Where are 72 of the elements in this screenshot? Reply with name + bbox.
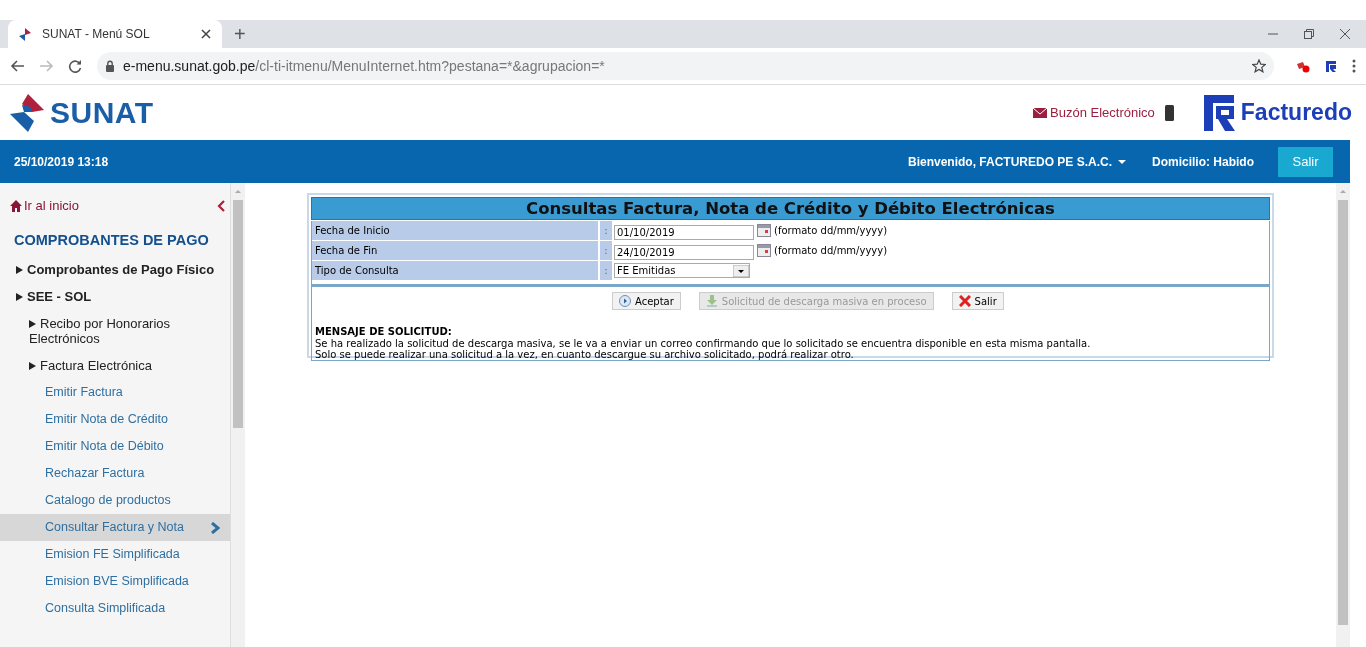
date-field[interactable]: 24/10/2019 xyxy=(614,244,754,260)
colon: : xyxy=(600,221,612,240)
field-label: Tipo de Consulta xyxy=(312,261,598,280)
address-bar[interactable]: e-menu.sunat.gob.pe/cl-ti-itmenu/MenuInternet.htm?pestana=*&agrupacion=* xyxy=(97,52,1274,80)
mail-icon xyxy=(1033,106,1048,119)
download-icon xyxy=(705,295,718,307)
exit-button[interactable]: Salir xyxy=(951,292,1004,310)
star-icon[interactable] xyxy=(1252,59,1266,73)
site-favicon xyxy=(18,26,32,42)
lock-icon xyxy=(105,60,115,72)
new-tab-button[interactable]: + xyxy=(234,24,246,44)
chevron-icon xyxy=(210,521,220,534)
format-hint: (formato dd/mm/yyyy) xyxy=(774,225,888,236)
caret-icon xyxy=(1118,159,1126,164)
field-label: Fecha de Inicio xyxy=(312,221,598,240)
menu-item[interactable]: Factura Electrónica xyxy=(0,352,230,379)
colon: : xyxy=(600,261,612,280)
menu-link[interactable]: Consulta Simplificada xyxy=(0,595,230,622)
colon: : xyxy=(600,241,612,260)
close-icon[interactable] xyxy=(200,28,212,40)
close-icon xyxy=(958,295,971,307)
menu-link[interactable]: Rechazar Factura xyxy=(0,460,230,487)
query-type-dropdown[interactable]: FE Emitidas xyxy=(614,263,750,278)
menu-item[interactable]: SEE - SOL xyxy=(0,283,230,310)
user-menu[interactable]: Bienvenido, FACTUREDO PE S.A.C. xyxy=(907,154,1126,169)
date-time: 25/10/2019 13:18 xyxy=(14,154,110,169)
address-status: Domicilio: Habido xyxy=(1152,154,1254,169)
facturedo-extension-icon[interactable] xyxy=(1324,59,1338,73)
browser-tab[interactable]: SUNAT - Menú SOL xyxy=(8,20,222,48)
message-heading: MENSAJE DE SOLICITUD: xyxy=(315,326,453,338)
facturedo-logo-icon xyxy=(1203,94,1235,131)
home-link[interactable]: Ir al inicio xyxy=(10,198,79,213)
phone-icon xyxy=(1164,104,1174,121)
mailbox-link[interactable]: Buzón Electrónico xyxy=(1033,105,1155,120)
calendar-icon[interactable] xyxy=(757,244,771,257)
section-heading: COMPROBANTES DE PAGO xyxy=(13,231,210,250)
sunat-logo-icon xyxy=(10,93,46,132)
home-icon xyxy=(10,199,22,212)
menu-item[interactable]: Comprobantes de Pago Físico xyxy=(0,256,230,283)
accept-button[interactable]: Aceptar xyxy=(612,292,681,310)
menu-link[interactable]: Emitir Factura xyxy=(0,379,230,406)
scrollbar-thumb[interactable] xyxy=(233,200,243,428)
menu-icon[interactable] xyxy=(1352,59,1356,73)
menu-link[interactable]: Emision FE Simplificada xyxy=(0,541,230,568)
restore-icon[interactable] xyxy=(1304,29,1314,39)
form-title: Consultas Factura, Nota de Crédito y Débito Electrónicas xyxy=(311,197,1270,220)
menu-link[interactable]: Catalogo de productos xyxy=(0,487,230,514)
menu-link[interactable]: Emision BVE Simplificada xyxy=(0,568,230,595)
close-icon[interactable] xyxy=(1340,29,1350,39)
field-label: Fecha de Fin xyxy=(312,241,598,260)
menu-item[interactable]: Recibo por Honorarios Electrónicos xyxy=(0,310,230,352)
collapse-icon[interactable] xyxy=(217,199,226,212)
format-hint: (formato dd/mm/yyyy) xyxy=(774,245,888,256)
message-text: Se ha realizado la solicitud de descarga masiva, se le va a enviar un correo confirmando que lo solicitado se encuentra disponible en esta misma pantalla. xyxy=(315,337,1092,349)
dropdown-arrow-icon xyxy=(733,264,749,277)
brand-name: Facturedo xyxy=(1240,99,1352,126)
expand-arrow-icon[interactable] xyxy=(16,293,23,301)
menu-link[interactable]: Emitir Nota de Crédito xyxy=(0,406,230,433)
reload-icon[interactable] xyxy=(68,59,83,73)
extension-icon[interactable] xyxy=(1296,59,1310,73)
date-field[interactable]: 01/10/2019 xyxy=(614,224,754,240)
back-icon[interactable] xyxy=(10,59,25,73)
expand-arrow-icon[interactable] xyxy=(29,362,36,370)
calendar-icon[interactable] xyxy=(757,224,771,237)
logo-text: SUNAT xyxy=(50,95,154,130)
menu-link[interactable]: Consultar Factura y Nota xyxy=(0,514,230,541)
scrollbar-thumb[interactable] xyxy=(1338,200,1348,625)
menu-link[interactable]: Emitir Nota de Débito xyxy=(0,433,230,460)
play-icon xyxy=(619,295,631,307)
expand-arrow-icon[interactable] xyxy=(29,320,36,328)
expand-arrow-icon[interactable] xyxy=(16,266,23,274)
message-text: Solo se puede realizar una solicitud a la vez, en cuanto descargue su archivo solicitado, podrá realizar otro. xyxy=(315,349,855,361)
